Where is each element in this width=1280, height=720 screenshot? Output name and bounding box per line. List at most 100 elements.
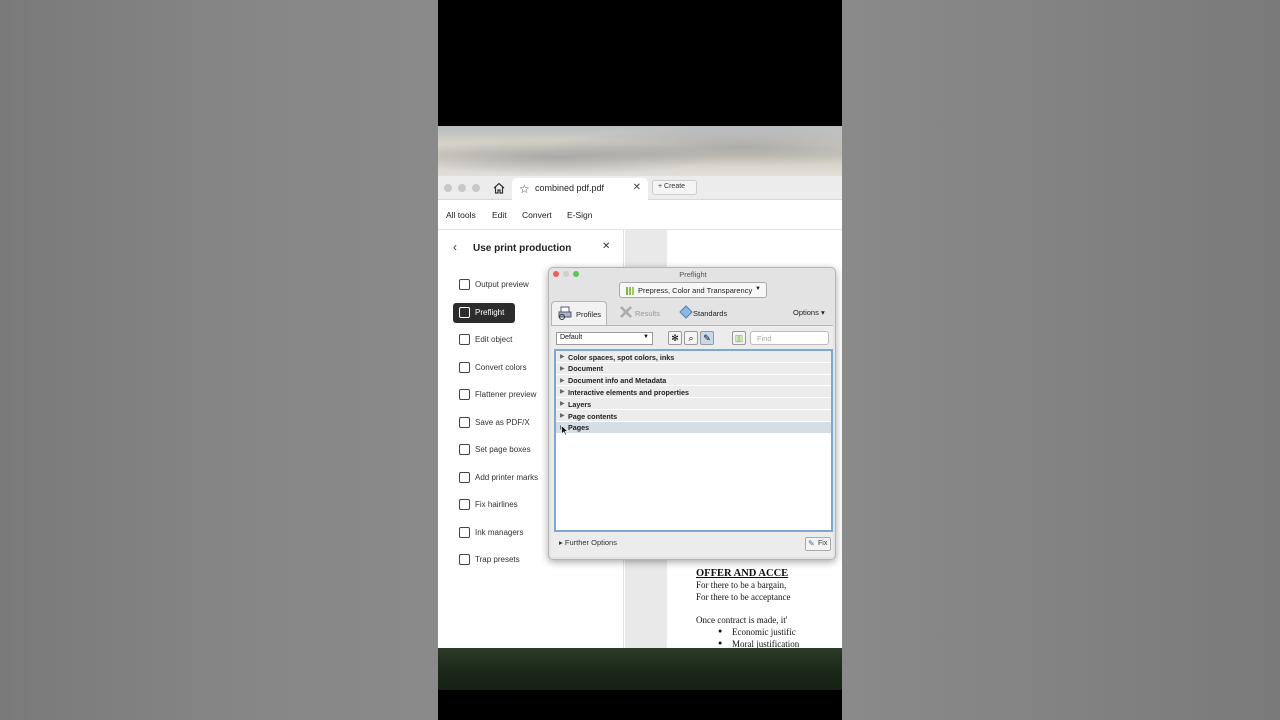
results-icon (620, 306, 632, 318)
tool-fix-hairlines[interactable]: Fix hairlines (453, 495, 518, 515)
tool-label: Preflight (475, 308, 505, 317)
find-field[interactable]: Find (750, 331, 829, 345)
document-bullet: Moral justification (732, 639, 800, 648)
minimize-window-dot[interactable] (458, 184, 466, 192)
hairlines-icon (459, 499, 470, 510)
document-tab[interactable]: ☆ combined pdf.pdf ✕ (512, 178, 648, 200)
menu-e-sign[interactable]: E-Sign (567, 210, 593, 220)
tree-label: Color spaces, spot colors, inks (568, 352, 675, 362)
disclosure-triangle-icon[interactable]: ▶ (560, 353, 565, 360)
ink-manager-icon (459, 527, 470, 538)
tree-row[interactable]: ▶ Color spaces, spot colors, inks (556, 351, 831, 363)
close-panel-icon[interactable]: ✕ (602, 241, 610, 252)
document-line: For there to be a bargain, (696, 580, 787, 590)
tool-edit-object[interactable]: Edit object (453, 330, 515, 350)
profiles-icon (558, 306, 572, 320)
tab-profiles[interactable]: Profiles (551, 301, 607, 325)
profiles-pane: Default ▼ ✻ ⌕ ✎ ▥ Find ▶ Color spaces, sp… (551, 325, 833, 557)
document-tab-title: combined pdf.pdf (535, 183, 605, 193)
tool-trap-presets[interactable]: Trap presets (453, 550, 520, 570)
tree-label: Interactive elements and properties (568, 387, 690, 397)
close-window-dot[interactable] (444, 184, 452, 192)
bars-filter-icon[interactable]: ▥ (732, 331, 746, 345)
magnifier-icon[interactable]: ⌕ (684, 331, 698, 345)
maximize-window-dot[interactable] (472, 184, 480, 192)
tree-label: Page contents (568, 411, 618, 421)
dialog-minimize-dot[interactable] (563, 271, 569, 277)
fix-button[interactable]: ✎ Fix (805, 537, 831, 551)
tab-results[interactable]: Results (613, 301, 669, 325)
dialog-maximize-dot[interactable] (573, 271, 579, 277)
video-frame: ☆ combined pdf.pdf ✕ + Create All tools … (438, 0, 842, 720)
tree-row[interactable]: ▶ Interactive elements and properties (556, 386, 831, 399)
preflight-dialog: Preflight Prepress, Color and Transparen… (548, 267, 836, 560)
tree-row[interactable]: ▶ Page contents (556, 410, 831, 422)
tool-flattener-preview[interactable]: Flattener preview (453, 385, 536, 405)
further-options-toggle[interactable]: ▸ Further Options (559, 538, 617, 547)
options-menu[interactable]: Options ▾ (793, 308, 825, 317)
dialog-title: Preflight (679, 270, 707, 279)
tree-row[interactable]: ▶Pages (556, 421, 831, 434)
fix-label: Fix (818, 540, 828, 547)
find-placeholder: Find (757, 334, 772, 343)
disclosure-triangle-icon[interactable]: ▶ (560, 365, 565, 372)
profile-dropdown-value: Prepress, Color and Transparency (638, 286, 753, 295)
tool-label: Convert colors (475, 363, 527, 372)
tool-output-preview[interactable]: Output preview (453, 275, 529, 295)
disclosure-triangle-icon[interactable]: ▶ (560, 377, 565, 384)
menu-edit[interactable]: Edit (492, 210, 507, 220)
tool-label: Fix hairlines (475, 500, 518, 509)
options-label: Options (793, 308, 819, 317)
tool-save-as-pdfx[interactable]: Save as PDF/X (453, 413, 530, 433)
tool-convert-colors[interactable]: Convert colors (453, 358, 527, 378)
trap-presets-icon (459, 554, 470, 565)
convert-colors-icon (459, 362, 470, 373)
create-button[interactable]: + Create (652, 180, 697, 195)
document-line: For there to be acceptance (696, 592, 791, 602)
tree-row[interactable]: ▶ Document info and Metadata (556, 374, 831, 387)
dropdown-arrow-icon: ▼ (755, 286, 761, 292)
tool-set-page-boxes[interactable]: Set page boxes (453, 440, 531, 460)
home-icon[interactable] (492, 181, 506, 195)
close-tab-icon[interactable]: ✕ (633, 182, 641, 193)
desktop-wallpaper-sky (438, 126, 842, 178)
document-line: Once contract is made, it' (696, 615, 788, 625)
star-icon[interactable]: ☆ (519, 182, 530, 196)
back-arrow-icon[interactable]: ‹ (453, 240, 457, 254)
tab-bar: ☆ combined pdf.pdf ✕ + Create (438, 176, 842, 200)
desktop-wallpaper-forest (438, 648, 842, 690)
panel-title: Use print production (473, 243, 572, 254)
profile-set-dropdown[interactable]: Default ▼ (556, 332, 653, 345)
blurred-background-left (0, 0, 438, 720)
tree-row[interactable]: ▶ Document (556, 362, 831, 375)
tab-standards[interactable]: Standards (673, 301, 733, 325)
create-label: Create (664, 183, 686, 190)
tool-ink-managers[interactable]: Ink managers (453, 523, 523, 543)
output-preview-icon (459, 279, 470, 290)
blurred-background-right (842, 0, 1280, 720)
tree-row[interactable]: ▶ Layers (556, 398, 831, 410)
acrobat-window: ☆ combined pdf.pdf ✕ + Create All tools … (438, 176, 842, 648)
wrench-icon[interactable]: ✎ (700, 331, 714, 345)
tool-label: Add printer marks (475, 473, 539, 482)
tab-results-label: Results (635, 309, 661, 318)
select-profile-icon[interactable]: ✻ (668, 331, 682, 345)
profile-set-value: Default (560, 334, 583, 341)
tool-label: Save as PDF/X (475, 418, 530, 427)
standards-icon (679, 305, 693, 319)
menu-convert[interactable]: Convert (522, 210, 552, 220)
disclosure-triangle-icon[interactable]: ▶ (560, 388, 565, 395)
disclosure-triangle-icon[interactable]: ▶ (560, 400, 565, 407)
top-menu-bar: All tools Edit Convert E-Sign (438, 200, 842, 230)
tree-label: Pages (568, 423, 590, 433)
menu-all-tools[interactable]: All tools (446, 210, 476, 220)
tool-preflight[interactable]: Preflight (453, 303, 515, 323)
dialog-close-dot[interactable] (553, 271, 559, 277)
profile-dropdown[interactable]: Prepress, Color and Transparency ▼ (619, 282, 767, 298)
tool-label: Set page boxes (475, 445, 531, 454)
document-bullet: Economic justific (732, 627, 796, 637)
flattener-preview-icon (459, 389, 470, 400)
tool-label: Ink managers (475, 528, 524, 537)
disclosure-triangle-icon[interactable]: ▶ (560, 412, 565, 419)
tool-add-printer-marks[interactable]: Add printer marks (453, 468, 538, 488)
